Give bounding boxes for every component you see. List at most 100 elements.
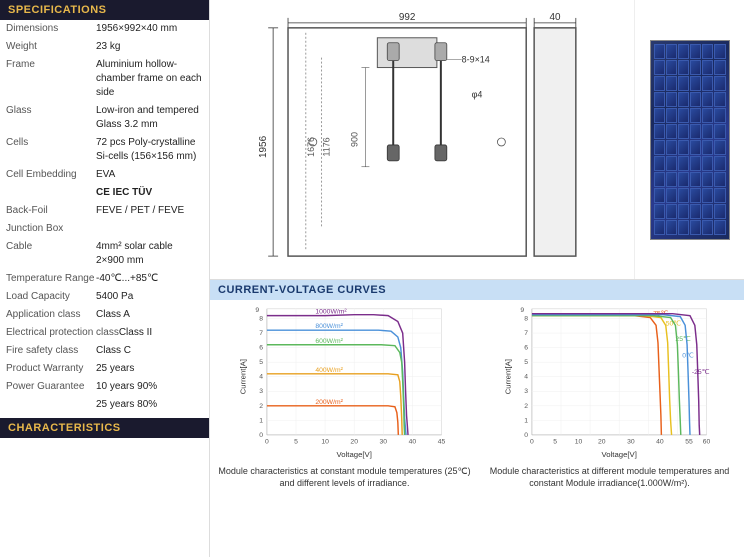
spec-dimensions: Dimensions 1956×992×40 mm	[0, 20, 209, 38]
spec-value-25yr: 25 years 80%	[96, 398, 203, 412]
svg-text:-25℃: -25℃	[692, 369, 710, 376]
spec-label-warranty: Product Warranty	[6, 362, 96, 376]
svg-text:1000W/m²: 1000W/m²	[315, 309, 347, 316]
svg-text:1676: 1676	[306, 137, 316, 157]
svg-text:0℃: 0℃	[682, 352, 694, 359]
spec-value-app-class: Class A	[96, 308, 203, 322]
main-content: SPECIFICATIONS Dimensions 1956×992×40 mm…	[0, 0, 744, 557]
curves-header: CURRENT-VOLTAGE CURVES	[210, 280, 744, 300]
specs-header: SPECIFICATIONS	[0, 0, 209, 20]
spec-cell-embedding: Cell Embedding EVA	[0, 166, 209, 184]
spec-value-fire-class: Class C	[96, 344, 203, 358]
spec-app-class: Application class Class A	[0, 306, 209, 324]
svg-text:20: 20	[350, 439, 358, 446]
spec-label-elec-class: Electrical protection class	[6, 326, 119, 340]
svg-text:3: 3	[259, 388, 263, 395]
svg-text:8: 8	[524, 315, 528, 322]
svg-text:1: 1	[259, 417, 263, 424]
spec-label-frame: Frame	[6, 58, 96, 72]
spec-warranty: Product Warranty 25 years	[0, 360, 209, 378]
spec-25yr-guarantee: 25 years 80%	[0, 396, 209, 414]
spec-value-cert: CE IEC TÜV	[96, 186, 203, 200]
svg-text:20: 20	[598, 439, 606, 446]
svg-text:40: 40	[409, 439, 417, 446]
spec-label-weight: Weight	[6, 40, 96, 54]
svg-text:45: 45	[438, 439, 446, 446]
svg-text:7: 7	[524, 330, 528, 337]
svg-text:7: 7	[259, 330, 263, 337]
svg-text:5: 5	[524, 359, 528, 366]
spec-label-backfoil: Back-Foil	[6, 204, 96, 218]
spec-label-glass: Glass	[6, 104, 96, 118]
spec-label-cell-embedding: Cell Embedding	[6, 168, 96, 182]
svg-text:5: 5	[553, 439, 557, 446]
spec-certifications: CE IEC TÜV	[0, 184, 209, 202]
svg-text:Voltage[V]: Voltage[V]	[337, 450, 372, 459]
chart1-caption: Module characteristics at constant modul…	[214, 466, 475, 489]
spec-value-load: 5400 Pa	[96, 290, 203, 304]
spec-label-power-guarantee: Power Guarantee	[6, 380, 96, 394]
svg-text:5: 5	[259, 359, 263, 366]
spec-value-glass: Low-iron and tempered Glass 3.2 mm	[96, 104, 203, 132]
svg-text:40: 40	[549, 12, 561, 23]
svg-text:6: 6	[259, 345, 263, 352]
spec-label-cells: Cells	[6, 136, 96, 150]
spec-backfoil: Back-Foil FEVE / PET / FEVE	[0, 202, 209, 220]
spec-value-elec-class: Class II	[119, 326, 203, 340]
diagram-area: 992 40 1956	[210, 0, 744, 280]
spec-value-warranty: 25 years	[96, 362, 203, 376]
svg-text:1956: 1956	[258, 135, 269, 158]
svg-text:2: 2	[524, 403, 528, 410]
specs-panel: SPECIFICATIONS Dimensions 1956×992×40 mm…	[0, 0, 210, 557]
spec-glass: Glass Low-iron and tempered Glass 3.2 mm	[0, 102, 209, 134]
svg-text:9: 9	[255, 307, 259, 314]
spec-temp: Temperature Range -40℃...+85℃	[0, 270, 209, 288]
svg-text:2: 2	[259, 403, 263, 410]
spec-load: Load Capacity 5400 Pa	[0, 288, 209, 306]
svg-text:5: 5	[294, 439, 298, 446]
svg-text:30: 30	[627, 439, 635, 446]
svg-text:800W/m²: 800W/m²	[315, 323, 343, 330]
svg-text:Voltage[V]: Voltage[V]	[602, 450, 637, 459]
spec-value-cell-embedding: EVA	[96, 168, 203, 182]
spec-value-backfoil: FEVE / PET / FEVE	[96, 204, 203, 218]
svg-text:992: 992	[399, 12, 416, 23]
spec-fire-class: Fire safety class Class C	[0, 342, 209, 360]
svg-text:3: 3	[524, 388, 528, 395]
svg-text:6: 6	[524, 345, 528, 352]
svg-text:0: 0	[530, 439, 534, 446]
svg-text:10: 10	[575, 439, 583, 446]
curves-section: CURRENT-VOLTAGE CURVES	[210, 280, 744, 557]
spec-junction: Junction Box	[0, 220, 209, 238]
curves-content: 0 1 2 3 4 5 6 7 8 9 Current[A] 0	[210, 300, 744, 557]
svg-text:9: 9	[520, 307, 524, 314]
technical-diagram: 992 40 1956	[257, 8, 587, 271]
svg-text:55: 55	[685, 439, 693, 446]
svg-text:4: 4	[524, 374, 528, 381]
spec-elec-class: Electrical protection class Class II	[0, 324, 209, 342]
spec-value-dimensions: 1956×992×40 mm	[96, 22, 203, 36]
spec-cells: Cells 72 pcs Poly-crystalline Si-cells (…	[0, 134, 209, 166]
spec-label-load: Load Capacity	[6, 290, 96, 304]
spec-value-cable: 4mm² solar cable 2×900 mm	[96, 240, 203, 268]
spec-value-temp: -40℃...+85℃	[96, 272, 203, 286]
svg-text:60: 60	[703, 439, 711, 446]
chart-irradiance: 0 1 2 3 4 5 6 7 8 9 Current[A] 0	[214, 304, 475, 553]
svg-text:10: 10	[321, 439, 329, 446]
spec-label-dimensions: Dimensions	[6, 22, 96, 36]
diagram-main: 992 40 1956	[210, 0, 634, 279]
spec-power-guarantee: Power Guarantee 10 years 90%	[0, 378, 209, 396]
svg-text:φ4: φ4	[472, 89, 483, 99]
svg-text:600W/m²: 600W/m²	[315, 338, 343, 345]
chart2-caption: Module characteristics at different modu…	[479, 466, 740, 489]
spec-label-cable: Cable	[6, 240, 96, 254]
spec-label-fire-class: Fire safety class	[6, 344, 96, 358]
svg-text:0: 0	[259, 432, 263, 439]
solar-panel-visual: // This will be rendered via CSS grid	[650, 40, 730, 240]
chart-temperature: 0 1 2 3 4 5 6 7 8 9 Current[A] 0	[479, 304, 740, 553]
svg-text:Current[A]: Current[A]	[239, 359, 248, 394]
spec-frame: Frame Aluminium hollow-chamber frame on …	[0, 56, 209, 102]
spec-label-temp: Temperature Range	[6, 272, 96, 286]
spec-value-power-guarantee: 10 years 90%	[96, 380, 203, 394]
svg-text:8: 8	[259, 315, 263, 322]
